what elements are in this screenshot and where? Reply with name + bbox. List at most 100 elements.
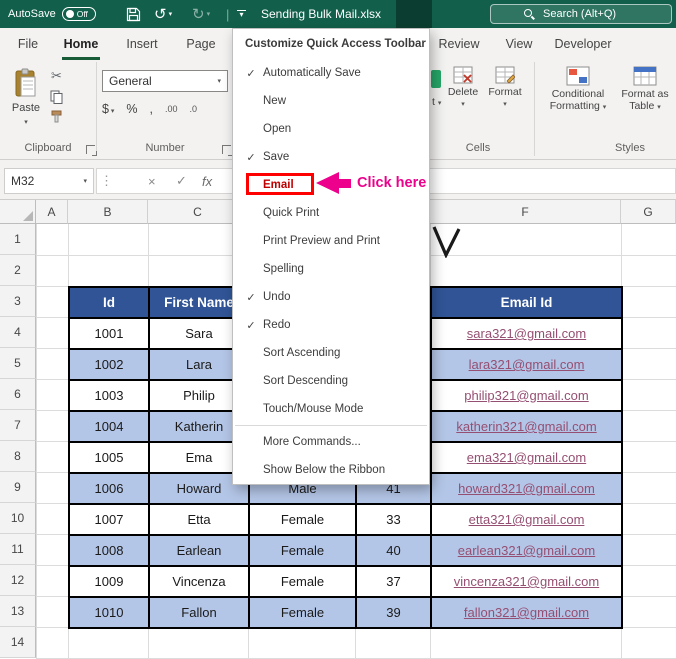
number-button-2[interactable]: % <box>126 102 137 116</box>
menu-item-show-below-the-ribbon[interactable]: Show Below the Ribbon <box>233 456 429 484</box>
email-link[interactable]: etta321@gmail.com <box>469 512 585 527</box>
row-header-9[interactable]: 9 <box>0 472 36 503</box>
cell-email[interactable]: fallon321@gmail.com <box>430 596 623 629</box>
tab-file[interactable]: File <box>10 28 46 60</box>
cell-id[interactable]: 1001 <box>68 317 150 350</box>
table-header-id[interactable]: Id <box>68 286 150 319</box>
email-link[interactable]: katherin321@gmail.com <box>456 419 596 434</box>
cell-email[interactable]: katherin321@gmail.com <box>430 410 623 443</box>
row-header-10[interactable]: 10 <box>0 503 36 534</box>
cell-gender[interactable]: Female <box>248 565 357 598</box>
undo-icon[interactable]: ↺ ▾ <box>154 0 172 28</box>
menu-item-touch-mouse-mode[interactable]: Touch/Mouse Mode <box>233 395 429 423</box>
menu-item-automatically-save[interactable]: ✓ Automatically Save <box>233 59 429 87</box>
number-button-1[interactable]: $ ▾ <box>102 102 114 116</box>
cell-email[interactable]: sara321@gmail.com <box>430 317 623 350</box>
row-header-14[interactable]: 14 <box>0 627 36 658</box>
cell-first_name[interactable]: Vincenza <box>148 565 250 598</box>
cell-id[interactable]: 1006 <box>68 472 150 505</box>
format-button[interactable]: Format ▾ <box>484 66 526 108</box>
row-header-3[interactable]: 3 <box>0 286 36 317</box>
row-header-6[interactable]: 6 <box>0 379 36 410</box>
row-header-7[interactable]: 7 <box>0 410 36 441</box>
cell-first_name[interactable]: Earlean <box>148 534 250 567</box>
qat-customize-icon[interactable]: ▾ <box>237 0 246 28</box>
cell-gender[interactable]: Female <box>248 503 357 536</box>
menu-item-sort-descending[interactable]: Sort Descending <box>233 367 429 395</box>
row-header-1[interactable]: 1 <box>0 224 36 255</box>
search-box[interactable]: Search (Alt+Q) <box>490 4 672 24</box>
cut-icon[interactable]: ✂ <box>51 68 62 84</box>
tab-review[interactable]: Review <box>433 28 485 60</box>
menu-item-print-preview-and-print[interactable]: Print Preview and Print <box>233 227 429 255</box>
row-header-5[interactable]: 5 <box>0 348 36 379</box>
email-link[interactable]: fallon321@gmail.com <box>464 605 589 620</box>
email-link[interactable]: earlean321@gmail.com <box>458 543 596 558</box>
number-format-dropdown[interactable]: General ▾ <box>102 70 228 92</box>
save-icon[interactable] <box>126 0 141 28</box>
cell-id[interactable]: 1003 <box>68 379 150 412</box>
menu-item-email[interactable]: Email <box>233 171 429 199</box>
row-header-4[interactable]: 4 <box>0 317 36 348</box>
table-header-email-id[interactable]: Email Id <box>430 286 623 319</box>
row-header-8[interactable]: 8 <box>0 441 36 472</box>
tab-developer[interactable]: Developer <box>547 28 619 60</box>
insert-icon[interactable] <box>431 70 441 88</box>
cell-id[interactable]: 1004 <box>68 410 150 443</box>
cell-first_name[interactable]: Fallon <box>148 596 250 629</box>
menu-item-new[interactable]: New <box>233 87 429 115</box>
paste-button[interactable]: Paste ▾ <box>6 64 46 138</box>
menu-item-undo[interactable]: ✓ Undo <box>233 283 429 311</box>
cell-email[interactable]: vincenza321@gmail.com <box>430 565 623 598</box>
dialog-launcher-icon[interactable] <box>222 145 233 156</box>
row-header-13[interactable]: 13 <box>0 596 36 627</box>
number-button-3[interactable]: , <box>150 102 153 116</box>
cell-id[interactable]: 1009 <box>68 565 150 598</box>
email-link[interactable]: philip321@gmail.com <box>464 388 588 403</box>
column-header-G[interactable]: G <box>621 200 676 224</box>
cell-email[interactable]: philip321@gmail.com <box>430 379 623 412</box>
menu-item-more-commands-[interactable]: More Commands... <box>233 428 429 456</box>
copy-icon[interactable] <box>50 90 63 104</box>
number-button-4[interactable]: .00 <box>165 104 178 114</box>
redo-icon[interactable]: ↻ ▾ <box>192 0 210 28</box>
select-all-corner[interactable] <box>0 200 36 224</box>
email-link[interactable]: howard321@gmail.com <box>458 481 595 496</box>
cell-id[interactable]: 1007 <box>68 503 150 536</box>
cell-age[interactable]: 33 <box>355 503 432 536</box>
menu-item-quick-print[interactable]: Quick Print <box>233 199 429 227</box>
cell-email[interactable]: earlean321@gmail.com <box>430 534 623 567</box>
cell-email[interactable]: howard321@gmail.com <box>430 472 623 505</box>
cell-email[interactable]: ema321@gmail.com <box>430 441 623 474</box>
cell-id[interactable]: 1002 <box>68 348 150 381</box>
cancel-icon[interactable]: × <box>148 168 156 194</box>
email-link[interactable]: sara321@gmail.com <box>467 326 586 341</box>
menu-item-spelling[interactable]: Spelling <box>233 255 429 283</box>
column-header-F[interactable]: F <box>430 200 621 224</box>
email-link[interactable]: ema321@gmail.com <box>467 450 586 465</box>
row-header-2[interactable]: 2 <box>0 255 36 286</box>
menu-item-sort-ascending[interactable]: Sort Ascending <box>233 339 429 367</box>
delete-button[interactable]: Delete ▾ <box>444 66 482 108</box>
format-painter-icon[interactable] <box>50 110 63 123</box>
autosave-toggle[interactable]: AutoSave Off <box>8 0 96 28</box>
cell-email[interactable]: etta321@gmail.com <box>430 503 623 536</box>
cell-age[interactable]: 37 <box>355 565 432 598</box>
tab-insert[interactable]: Insert <box>118 28 166 60</box>
tab-page[interactable]: Page <box>180 28 222 60</box>
email-link[interactable]: lara321@gmail.com <box>469 357 585 372</box>
number-button-5[interactable]: .0 <box>190 104 198 114</box>
tab-home[interactable]: Home <box>58 28 104 60</box>
cell-email[interactable]: lara321@gmail.com <box>430 348 623 381</box>
cell-age[interactable]: 40 <box>355 534 432 567</box>
row-header-12[interactable]: 12 <box>0 565 36 596</box>
menu-item-open[interactable]: Open <box>233 115 429 143</box>
email-link[interactable]: vincenza321@gmail.com <box>454 574 599 589</box>
column-header-B[interactable]: B <box>68 200 148 224</box>
name-box[interactable]: M32 ▾ <box>4 168 94 194</box>
conditional-formatting-button[interactable]: Conditional Formatting ▾ <box>540 66 616 114</box>
cell-age[interactable]: 39 <box>355 596 432 629</box>
fx-icon[interactable]: fx <box>202 168 212 194</box>
dialog-launcher-icon[interactable] <box>86 145 97 156</box>
row-header-11[interactable]: 11 <box>0 534 36 565</box>
